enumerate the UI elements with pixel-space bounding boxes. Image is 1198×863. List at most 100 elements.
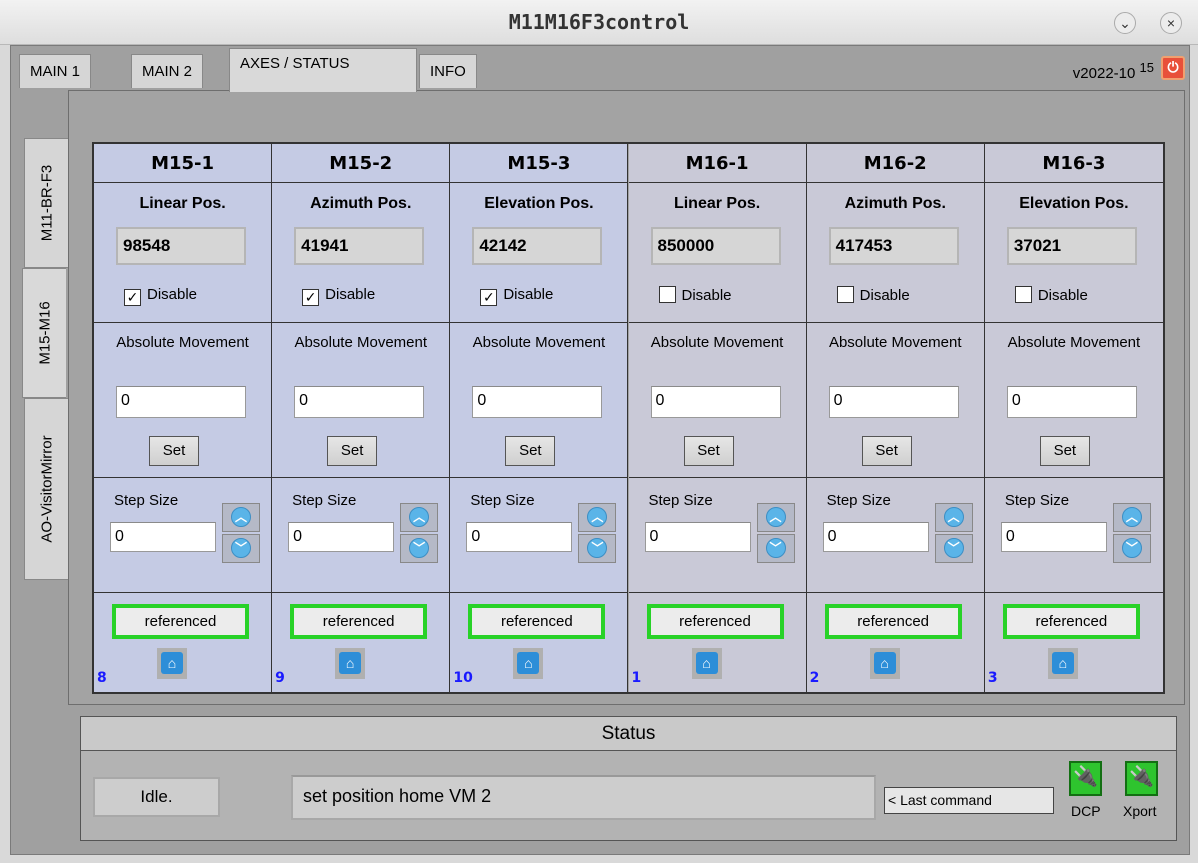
side-tab-m15-m16[interactable]: M15-M16 xyxy=(22,268,66,398)
axis-column-m16-3: M16-3 Elevation Pos. 37021 Disable Absol… xyxy=(984,144,1163,692)
step-size-label: Step Size xyxy=(826,492,891,509)
tab-main-1[interactable]: MAIN 1 xyxy=(19,54,92,88)
position-readout: 850000 xyxy=(650,227,781,265)
dcp-plug-icon[interactable]: 🔌 xyxy=(1069,761,1102,796)
step-down-button[interactable]: ﹀ xyxy=(578,534,617,563)
set-button[interactable]: Set xyxy=(683,436,734,466)
home-button[interactable]: ⌂ xyxy=(691,648,722,679)
side-tab-label: M11-BR-F3 xyxy=(38,164,55,242)
disable-checkbox[interactable] xyxy=(836,286,854,303)
set-button[interactable]: Set xyxy=(327,436,378,466)
step-down-button[interactable]: ﹀ xyxy=(400,534,439,563)
absolute-movement-input[interactable]: 0 xyxy=(828,386,959,418)
last-command-display: set position home VM 2 xyxy=(291,775,876,820)
absolute-movement-input[interactable]: 0 xyxy=(472,386,603,418)
step-size-input[interactable]: 0 xyxy=(110,522,216,552)
reference-section: referenced ⌂ 9 xyxy=(272,593,449,692)
step-down-button[interactable]: ﹀ xyxy=(756,534,795,563)
disable-checkbox-row[interactable]: ✓ Disable xyxy=(480,286,553,306)
side-tab-ao-visitormirror[interactable]: AO-VisitorMirror xyxy=(24,398,68,580)
chevron-up-icon: ︿ xyxy=(943,507,964,527)
step-size-input[interactable]: 0 xyxy=(288,522,395,552)
xport-label: Xport xyxy=(1123,803,1157,819)
home-button[interactable]: ⌂ xyxy=(1047,648,1078,679)
disable-checkbox[interactable]: ✓ xyxy=(124,289,141,306)
axis-name: M16-3 xyxy=(984,144,1163,183)
axis-index: 2 xyxy=(809,670,820,686)
step-size-section: Step Size 0 ︿ ﹀ xyxy=(272,478,450,593)
step-size-input[interactable]: 0 xyxy=(1000,522,1107,552)
step-size-label: Step Size xyxy=(648,492,713,509)
step-size-section: Step Size 0 ︿ ﹀ xyxy=(806,478,984,593)
home-icon: ⌂ xyxy=(873,652,896,674)
home-icon: ⌂ xyxy=(1051,652,1074,674)
set-button[interactable]: Set xyxy=(505,436,556,466)
step-down-button[interactable]: ﹀ xyxy=(1112,534,1151,563)
disable-checkbox[interactable] xyxy=(658,286,676,303)
step-up-button[interactable]: ︿ xyxy=(222,503,260,532)
position-label: Elevation Pos. xyxy=(484,195,594,212)
step-up-button[interactable]: ︿ xyxy=(934,503,973,532)
step-down-button[interactable]: ﹀ xyxy=(222,534,260,563)
step-up-button[interactable]: ︿ xyxy=(1112,503,1151,532)
set-button[interactable]: Set xyxy=(149,436,199,466)
disable-checkbox[interactable] xyxy=(1014,286,1032,303)
absolute-movement-label: Absolute Movement xyxy=(472,334,606,351)
chevron-up-icon: ︿ xyxy=(231,507,251,527)
home-button[interactable]: ⌂ xyxy=(157,648,187,679)
absolute-movement-input[interactable]: 0 xyxy=(650,386,781,418)
tab-info[interactable]: INFO xyxy=(419,54,477,88)
state-display: Idle. xyxy=(93,777,220,817)
home-button[interactable]: ⌂ xyxy=(513,648,544,679)
step-size-input[interactable]: 0 xyxy=(644,522,751,552)
side-tab-label: M15-M16 xyxy=(36,301,53,365)
disable-checkbox-row[interactable]: ✓ Disable xyxy=(124,286,197,306)
disable-checkbox-row[interactable]: Disable xyxy=(658,286,732,304)
position-readout: 98548 xyxy=(116,227,246,265)
home-icon: ⌂ xyxy=(517,652,540,674)
axis-index: 8 xyxy=(97,670,107,686)
absolute-movement-input[interactable]: 0 xyxy=(294,386,425,418)
chevron-down-icon: ﹀ xyxy=(765,538,786,558)
chevron-down-icon: ﹀ xyxy=(231,538,251,558)
disable-checkbox[interactable]: ✓ xyxy=(480,289,498,306)
chevron-up-icon: ︿ xyxy=(587,507,608,527)
reference-section: referenced ⌂ 10 xyxy=(450,593,627,692)
reference-status: referenced xyxy=(290,604,428,639)
reference-status: referenced xyxy=(112,604,249,639)
absolute-movement-label: Absolute Movement xyxy=(650,334,784,351)
position-section: Linear Pos. 850000 Disable xyxy=(628,183,806,323)
step-size-input[interactable]: 0 xyxy=(466,522,573,552)
axes-grid: M15-1 Linear Pos. 98548 ✓ Disable Absolut… xyxy=(92,142,1165,694)
absolute-movement-label: Absolute Movement xyxy=(828,334,962,351)
disable-checkbox-row[interactable]: Disable xyxy=(1014,286,1088,304)
step-up-button[interactable]: ︿ xyxy=(756,503,795,532)
absolute-movement-input[interactable]: 0 xyxy=(116,386,246,418)
power-icon[interactable]: ⏻ xyxy=(1161,56,1185,80)
disable-checkbox-row[interactable]: Disable xyxy=(836,286,910,304)
step-up-button[interactable]: ︿ xyxy=(400,503,439,532)
window-title: M11M16F3control xyxy=(508,10,690,34)
tab-main-2[interactable]: MAIN 2 xyxy=(131,54,204,88)
side-tab-m11-br-f3[interactable]: M11-BR-F3 xyxy=(24,138,68,268)
set-button[interactable]: Set xyxy=(1039,436,1090,466)
xport-plug-icon[interactable]: 🔌 xyxy=(1125,761,1158,796)
set-button[interactable]: Set xyxy=(861,436,912,466)
home-button[interactable]: ⌂ xyxy=(869,648,900,679)
disable-checkbox-row[interactable]: ✓ Disable xyxy=(302,286,375,306)
absolute-movement-section: Absolute Movement 0 Set xyxy=(450,323,628,478)
close-icon[interactable]: × xyxy=(1160,12,1182,34)
axis-index: 10 xyxy=(453,670,473,686)
step-up-button[interactable]: ︿ xyxy=(578,503,617,532)
disable-label: Disable xyxy=(147,286,198,303)
absolute-movement-input[interactable]: 0 xyxy=(1006,386,1137,418)
position-readout: 417453 xyxy=(828,227,959,265)
reference-status: referenced xyxy=(646,604,784,639)
disable-checkbox[interactable]: ✓ xyxy=(302,289,320,306)
minimize-icon[interactable]: ⌄ xyxy=(1114,12,1136,34)
axis-column-m16-1: M16-1 Linear Pos. 850000 Disable Absolut… xyxy=(628,144,807,692)
tab-axes-status[interactable]: AXES / STATUS xyxy=(229,48,417,92)
step-down-button[interactable]: ﹀ xyxy=(934,534,973,563)
home-button[interactable]: ⌂ xyxy=(335,648,366,679)
step-size-input[interactable]: 0 xyxy=(822,522,929,552)
